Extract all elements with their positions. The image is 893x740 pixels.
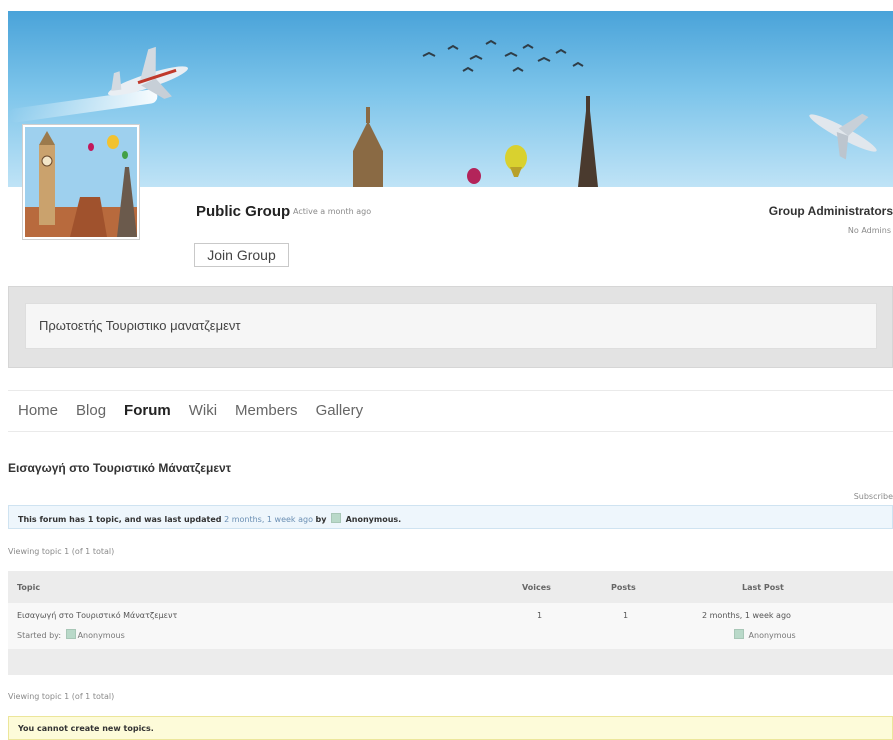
- author-avatar-icon[interactable]: [734, 629, 744, 639]
- topic-last-author-link[interactable]: Anonymous: [749, 631, 796, 640]
- group-description: Πρωτοετής Τουριστικο μανατζεμεντ: [39, 318, 241, 333]
- eiffel-tower: [578, 96, 598, 187]
- airplane-right: [809, 113, 877, 160]
- forum-info-author[interactable]: Anonymous.: [346, 515, 402, 524]
- topic-started-by: Started by: Anonymous: [17, 629, 125, 640]
- cannot-create-notice: You cannot create new topics.: [8, 716, 893, 740]
- cover-image: [8, 11, 893, 187]
- topic-last-author: Anonymous: [732, 629, 796, 640]
- group-type-label: Public Group: [196, 203, 291, 220]
- col-topic: Topic: [17, 583, 41, 592]
- nav-forum[interactable]: Forum: [124, 402, 171, 419]
- nav-top-divider: [8, 390, 893, 391]
- subscribe-link[interactable]: Subscribe: [854, 492, 893, 501]
- admins-empty-text: No Admins: [847, 226, 891, 235]
- topic-voices: 1: [537, 611, 543, 620]
- topic-author-link[interactable]: Anonymous: [78, 631, 125, 640]
- forum-last-updated-link[interactable]: 2 months, 1 week ago: [224, 515, 313, 524]
- nav-members[interactable]: Members: [235, 402, 298, 419]
- topics-table: Topic Voices Posts Last Post Εισαγωγή στ…: [8, 571, 893, 675]
- clock-tower: [353, 107, 383, 187]
- forum-info-box: This forum has 1 topic, and was last upd…: [8, 505, 893, 529]
- col-last-post: Last Post: [742, 583, 784, 592]
- topics-table-header: Topic Voices Posts Last Post: [8, 571, 893, 603]
- topic-last-post-link[interactable]: 2 months, 1 week ago: [702, 611, 791, 620]
- forum-info-text: This forum has 1 topic, and was last upd…: [18, 515, 222, 524]
- forum-info-by: by: [315, 515, 327, 524]
- group-nav: Home Blog Forum Wiki Members Gallery: [18, 402, 381, 419]
- join-group-button[interactable]: Join Group: [194, 243, 289, 267]
- group-description-card: Πρωτοετής Τουριστικο μανατζεμεντ: [25, 303, 877, 349]
- airplane-left: [107, 46, 189, 99]
- nav-blog[interactable]: Blog: [76, 402, 106, 419]
- topic-posts: 1: [623, 611, 629, 620]
- birds: [422, 39, 584, 72]
- group-avatar-image: [25, 127, 137, 237]
- author-avatar-icon[interactable]: [331, 513, 342, 523]
- viewing-count-bottom: Viewing topic 1 (of 1 total): [8, 692, 115, 701]
- forum-title: Εισαγωγή στο Τουριστικό Μάνατζεμεντ: [8, 461, 232, 475]
- col-voices: Voices: [522, 583, 551, 592]
- col-posts: Posts: [611, 583, 636, 592]
- group-avatar[interactable]: [22, 124, 140, 240]
- topic-started-label: Started by:: [17, 631, 62, 640]
- admins-heading: Group Administrators: [768, 204, 893, 218]
- topic-title-link[interactable]: Εισαγωγή στο Τουριστικό Μάνατζεμεντ: [17, 611, 177, 620]
- nav-wiki[interactable]: Wiki: [189, 402, 217, 419]
- nav-gallery[interactable]: Gallery: [316, 402, 364, 419]
- topics-table-footer: [8, 649, 893, 675]
- group-activity: Active a month ago: [293, 207, 372, 216]
- nav-home[interactable]: Home: [18, 402, 58, 419]
- balloons: [467, 145, 527, 184]
- table-row: Εισαγωγή στο Τουριστικό Μάνατζεμεντ Star…: [8, 603, 893, 649]
- author-avatar-icon[interactable]: [65, 629, 76, 639]
- group-description-panel: Πρωτοετής Τουριστικο μανατζεμεντ: [8, 286, 893, 368]
- cover-illustration: [107, 39, 877, 187]
- viewing-count-top: Viewing topic 1 (of 1 total): [8, 547, 115, 556]
- nav-bottom-divider: [8, 431, 893, 432]
